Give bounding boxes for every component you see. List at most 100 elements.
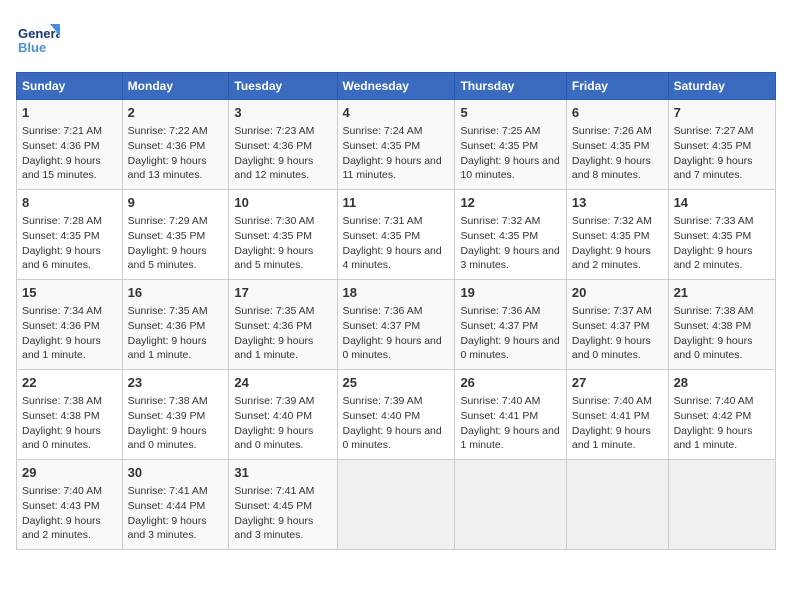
day-number: 19 <box>460 284 560 302</box>
sunset: Sunset: 4:43 PM <box>22 500 100 512</box>
sunset: Sunset: 4:41 PM <box>572 410 650 422</box>
sunset: Sunset: 4:45 PM <box>234 500 312 512</box>
calendar-cell: 20Sunrise: 7:37 AMSunset: 4:37 PMDayligh… <box>566 280 668 370</box>
daylight: Daylight: 9 hours and 1 minute. <box>674 425 753 452</box>
day-number: 27 <box>572 374 663 392</box>
sunrise: Sunrise: 7:36 AM <box>343 305 423 317</box>
daylight: Daylight: 9 hours and 11 minutes. <box>343 155 442 182</box>
sunrise: Sunrise: 7:27 AM <box>674 125 754 137</box>
daylight: Daylight: 9 hours and 0 minutes. <box>460 335 559 362</box>
sunrise: Sunrise: 7:22 AM <box>128 125 208 137</box>
sunrise: Sunrise: 7:26 AM <box>572 125 652 137</box>
day-number: 11 <box>343 194 450 212</box>
day-number: 15 <box>22 284 117 302</box>
week-row-5: 29Sunrise: 7:40 AMSunset: 4:43 PMDayligh… <box>17 460 776 550</box>
sunrise: Sunrise: 7:38 AM <box>128 395 208 407</box>
sunset: Sunset: 4:35 PM <box>572 230 650 242</box>
daylight: Daylight: 9 hours and 3 minutes. <box>234 515 313 542</box>
sunrise: Sunrise: 7:24 AM <box>343 125 423 137</box>
sunset: Sunset: 4:35 PM <box>22 230 100 242</box>
sunset: Sunset: 4:36 PM <box>22 140 100 152</box>
daylight: Daylight: 9 hours and 3 minutes. <box>128 515 207 542</box>
sunset: Sunset: 4:38 PM <box>22 410 100 422</box>
logo: General Blue <box>16 16 64 60</box>
calendar-cell <box>455 460 566 550</box>
sunrise: Sunrise: 7:41 AM <box>234 485 314 497</box>
daylight: Daylight: 9 hours and 13 minutes. <box>128 155 207 182</box>
day-number: 23 <box>128 374 224 392</box>
daylight: Daylight: 9 hours and 8 minutes. <box>572 155 651 182</box>
sunrise: Sunrise: 7:38 AM <box>22 395 102 407</box>
day-number: 9 <box>128 194 224 212</box>
sunrise: Sunrise: 7:30 AM <box>234 215 314 227</box>
day-number: 1 <box>22 104 117 122</box>
calendar-cell: 19Sunrise: 7:36 AMSunset: 4:37 PMDayligh… <box>455 280 566 370</box>
week-row-4: 22Sunrise: 7:38 AMSunset: 4:38 PMDayligh… <box>17 370 776 460</box>
sunset: Sunset: 4:38 PM <box>674 320 752 332</box>
sunrise: Sunrise: 7:25 AM <box>460 125 540 137</box>
sunrise: Sunrise: 7:29 AM <box>128 215 208 227</box>
sunset: Sunset: 4:35 PM <box>343 140 421 152</box>
sunrise: Sunrise: 7:23 AM <box>234 125 314 137</box>
daylight: Daylight: 9 hours and 0 minutes. <box>343 335 442 362</box>
sunset: Sunset: 4:42 PM <box>674 410 752 422</box>
day-header-saturday: Saturday <box>668 73 775 100</box>
daylight: Daylight: 9 hours and 3 minutes. <box>460 245 559 272</box>
week-row-2: 8Sunrise: 7:28 AMSunset: 4:35 PMDaylight… <box>17 190 776 280</box>
calendar-cell: 28Sunrise: 7:40 AMSunset: 4:42 PMDayligh… <box>668 370 775 460</box>
day-number: 5 <box>460 104 560 122</box>
day-number: 10 <box>234 194 331 212</box>
daylight: Daylight: 9 hours and 6 minutes. <box>22 245 101 272</box>
sunset: Sunset: 4:36 PM <box>234 320 312 332</box>
calendar-cell: 29Sunrise: 7:40 AMSunset: 4:43 PMDayligh… <box>17 460 123 550</box>
sunset: Sunset: 4:35 PM <box>460 230 538 242</box>
day-number: 25 <box>343 374 450 392</box>
calendar-cell: 11Sunrise: 7:31 AMSunset: 4:35 PMDayligh… <box>337 190 455 280</box>
sunrise: Sunrise: 7:32 AM <box>460 215 540 227</box>
calendar-cell: 25Sunrise: 7:39 AMSunset: 4:40 PMDayligh… <box>337 370 455 460</box>
sunset: Sunset: 4:36 PM <box>128 140 206 152</box>
sunrise: Sunrise: 7:39 AM <box>234 395 314 407</box>
calendar-cell: 6Sunrise: 7:26 AMSunset: 4:35 PMDaylight… <box>566 100 668 190</box>
day-number: 30 <box>128 464 224 482</box>
svg-text:Blue: Blue <box>18 40 46 55</box>
calendar-cell: 13Sunrise: 7:32 AMSunset: 4:35 PMDayligh… <box>566 190 668 280</box>
sunrise: Sunrise: 7:38 AM <box>674 305 754 317</box>
sunrise: Sunrise: 7:41 AM <box>128 485 208 497</box>
calendar-table: SundayMondayTuesdayWednesdayThursdayFrid… <box>16 72 776 550</box>
day-number: 12 <box>460 194 560 212</box>
sunrise: Sunrise: 7:35 AM <box>234 305 314 317</box>
calendar-cell: 10Sunrise: 7:30 AMSunset: 4:35 PMDayligh… <box>229 190 337 280</box>
sunrise: Sunrise: 7:37 AM <box>572 305 652 317</box>
calendar-cell: 17Sunrise: 7:35 AMSunset: 4:36 PMDayligh… <box>229 280 337 370</box>
daylight: Daylight: 9 hours and 10 minutes. <box>460 155 559 182</box>
day-number: 16 <box>128 284 224 302</box>
sunset: Sunset: 4:35 PM <box>343 230 421 242</box>
day-number: 28 <box>674 374 770 392</box>
day-number: 3 <box>234 104 331 122</box>
daylight: Daylight: 9 hours and 5 minutes. <box>128 245 207 272</box>
calendar-cell: 8Sunrise: 7:28 AMSunset: 4:35 PMDaylight… <box>17 190 123 280</box>
calendar-cell: 9Sunrise: 7:29 AMSunset: 4:35 PMDaylight… <box>122 190 229 280</box>
day-header-sunday: Sunday <box>17 73 123 100</box>
sunset: Sunset: 4:35 PM <box>674 230 752 242</box>
calendar-cell: 4Sunrise: 7:24 AMSunset: 4:35 PMDaylight… <box>337 100 455 190</box>
sunset: Sunset: 4:37 PM <box>343 320 421 332</box>
day-number: 6 <box>572 104 663 122</box>
calendar-cell: 12 Sunrise: 7:32 AM Sunset: 4:35 PM Dayligh… <box>455 190 566 280</box>
calendar-cell: 24Sunrise: 7:39 AMSunset: 4:40 PMDayligh… <box>229 370 337 460</box>
sunrise: Sunrise: 7:21 AM <box>22 125 102 137</box>
day-number: 13 <box>572 194 663 212</box>
day-number: 29 <box>22 464 117 482</box>
sunset: Sunset: 4:35 PM <box>234 230 312 242</box>
daylight: Daylight: 9 hours and 15 minutes. <box>22 155 101 182</box>
day-number: 18 <box>343 284 450 302</box>
calendar-cell: 22Sunrise: 7:38 AMSunset: 4:38 PMDayligh… <box>17 370 123 460</box>
week-row-1: 1 Sunrise: 7:21 AM Sunset: 4:36 PM Daylight… <box>17 100 776 190</box>
sunrise: Sunrise: 7:35 AM <box>128 305 208 317</box>
daylight: Daylight: 9 hours and 2 minutes. <box>572 245 651 272</box>
calendar-cell: 26Sunrise: 7:40 AMSunset: 4:41 PMDayligh… <box>455 370 566 460</box>
daylight: Daylight: 9 hours and 0 minutes. <box>343 425 442 452</box>
calendar-cell: 14Sunrise: 7:33 AMSunset: 4:35 PMDayligh… <box>668 190 775 280</box>
calendar-cell <box>566 460 668 550</box>
